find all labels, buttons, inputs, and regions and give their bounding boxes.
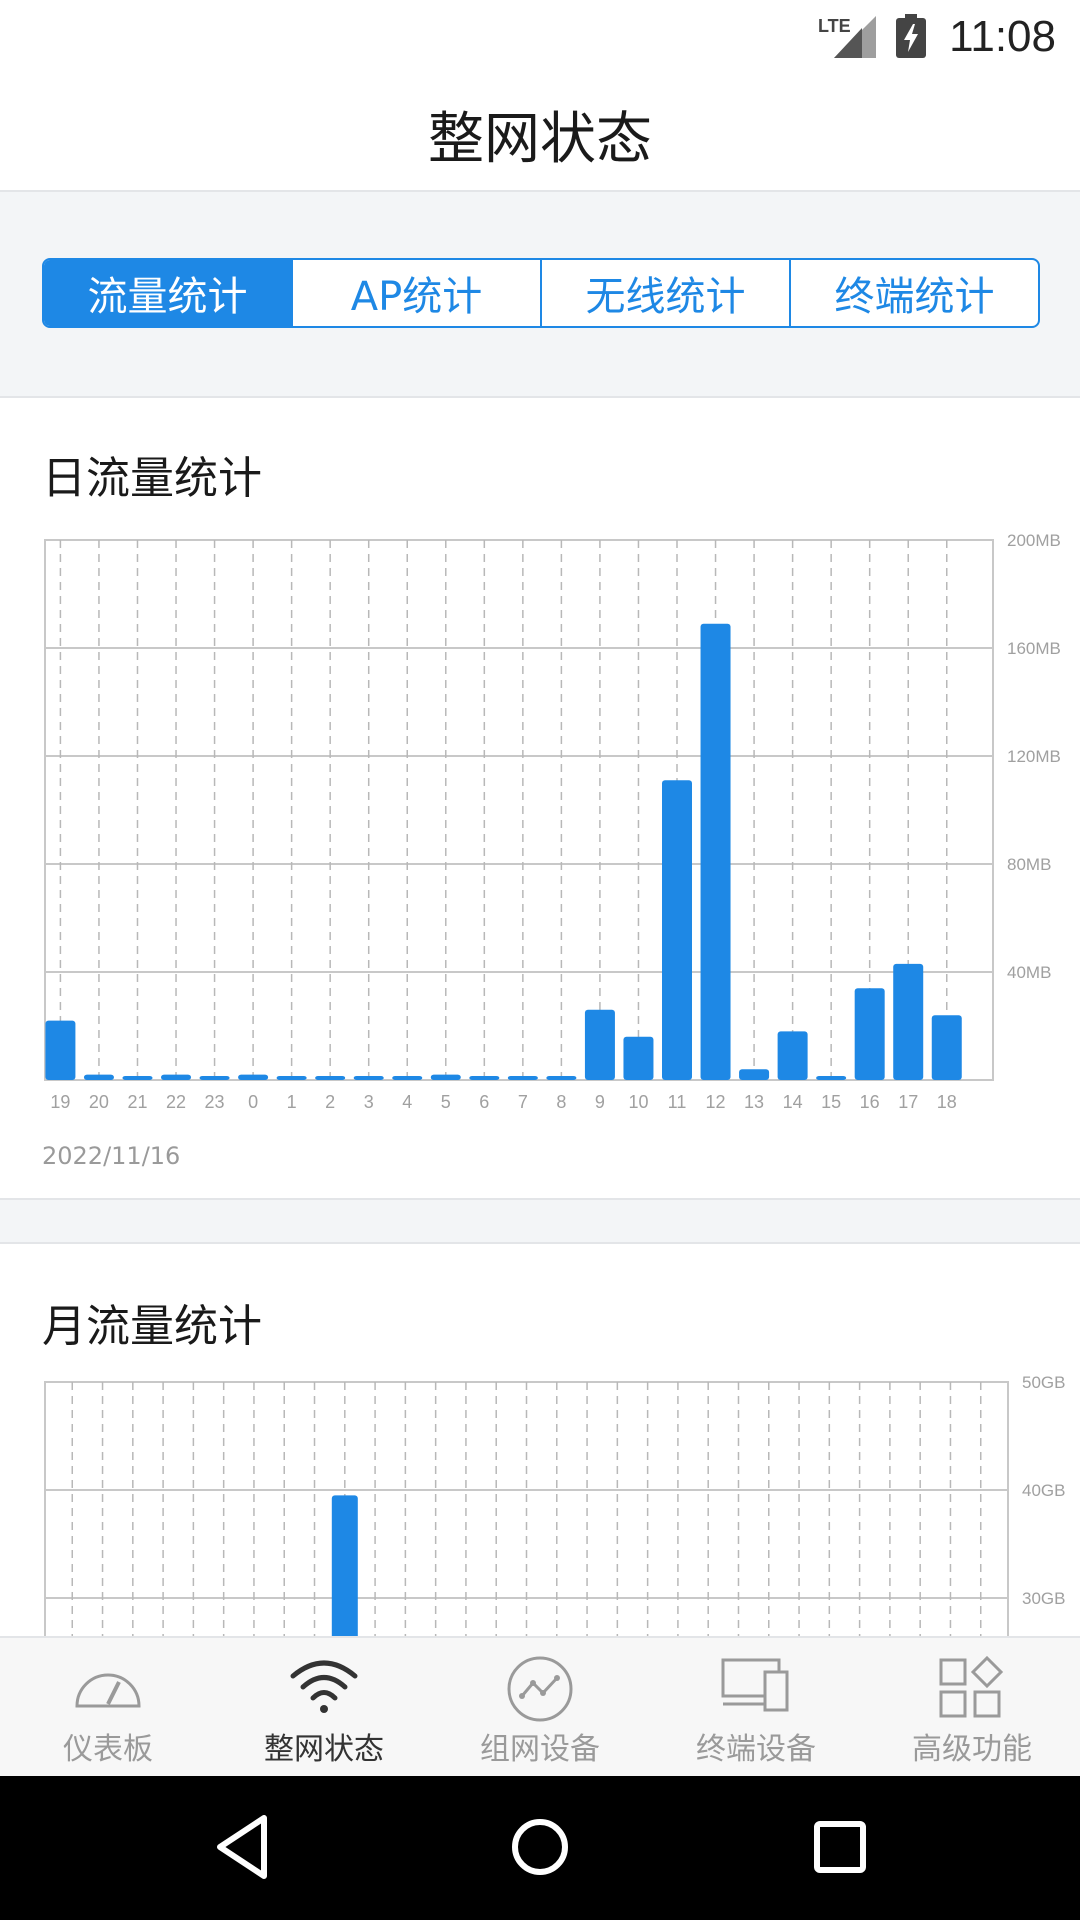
daily-x-tick-label: 7 — [518, 1092, 528, 1112]
daily-bar — [199, 1075, 230, 1080]
status-time: 11:08 — [949, 12, 1056, 61]
daily-x-tick-label: 23 — [205, 1092, 225, 1112]
bottom-navigation: 仪表板 整网状态 组网设备 终端设备 高级功能 — [0, 1636, 1080, 1778]
daily-x-tick-label: 16 — [860, 1092, 880, 1112]
daily-x-tick-label: 0 — [248, 1092, 258, 1112]
daily-y-tick-label: 200MB — [1007, 531, 1061, 550]
daily-bar — [469, 1075, 500, 1080]
daily-x-tick-label: 15 — [821, 1092, 841, 1112]
gauge-icon — [75, 1673, 141, 1708]
daily-bar — [584, 1009, 615, 1080]
monthly-y-tick-label: 30GB — [1022, 1589, 1065, 1608]
daily-x-tick-label: 2 — [325, 1092, 335, 1112]
tab-area: 流量统计 AP统计 无线统计 终端统计 — [0, 192, 1080, 398]
daily-bar — [392, 1075, 423, 1080]
daily-bar — [893, 963, 924, 1080]
apps-icon — [939, 1656, 1004, 1718]
daily-bar — [122, 1075, 153, 1080]
tab-bar: 流量统计 AP统计 无线统计 终端统计 — [42, 258, 1040, 328]
daily-bar — [161, 1074, 192, 1080]
daily-y-tick-label: 160MB — [1007, 639, 1061, 658]
daily-bar — [931, 1015, 962, 1080]
daily-x-tick-label: 6 — [479, 1092, 489, 1112]
page-title: 整网状态 — [428, 107, 652, 172]
monthly-section-title: 月流量统计 — [42, 1301, 262, 1352]
daily-x-tick-label: 12 — [706, 1092, 726, 1112]
daily-bar — [238, 1074, 269, 1080]
daily-x-tick-label: 22 — [166, 1092, 186, 1112]
section-divider — [0, 1198, 1080, 1244]
daily-x-tick-label: 11 — [668, 1092, 687, 1112]
daily-bar — [854, 988, 885, 1080]
tab-ap-stats[interactable]: AP统计 — [293, 260, 542, 326]
monthly-y-tick-label: 50GB — [1022, 1374, 1065, 1392]
nav-dashboard[interactable]: 仪表板 — [0, 1638, 216, 1778]
nav-terminal-devices[interactable]: 终端设备 — [648, 1638, 864, 1778]
tab-terminal-stats[interactable]: 终端统计 — [791, 260, 1038, 326]
daily-x-tick-label: 19 — [50, 1092, 70, 1112]
daily-section-title: 日流量统计 — [42, 453, 262, 504]
daily-x-tick-label: 20 — [89, 1092, 109, 1112]
nav-terminal-devices-label: 终端设备 — [696, 1732, 816, 1767]
recents-icon[interactable] — [812, 1814, 868, 1880]
monthly-traffic-section: 月流量统计 50GB 40GB 30GB — [0, 1244, 1080, 1636]
wifi-icon — [290, 1660, 358, 1713]
daily-bar — [315, 1075, 346, 1080]
back-icon[interactable] — [214, 1814, 270, 1880]
daily-x-tick-label: 13 — [744, 1092, 764, 1112]
network-type: LTE — [818, 16, 851, 36]
nav-network-devices[interactable]: 组网设备 — [432, 1638, 648, 1778]
daily-x-tick-label: 21 — [127, 1092, 147, 1112]
daily-bar — [623, 1036, 654, 1080]
daily-date-label: 2022/11/16 — [42, 1142, 181, 1170]
daily-x-tick-label: 3 — [364, 1092, 374, 1112]
daily-bar — [430, 1074, 461, 1080]
daily-y-tick-label: 120MB — [1007, 747, 1061, 766]
nav-dashboard-label: 仪表板 — [63, 1732, 153, 1767]
header: 整网状态 — [0, 72, 1080, 192]
daily-bar — [739, 1069, 770, 1080]
nav-advanced-features-label: 高级功能 — [912, 1732, 1032, 1767]
tab-traffic-stats[interactable]: 流量统计 — [44, 260, 293, 326]
nav-network-status[interactable]: 整网状态 — [216, 1638, 432, 1778]
daily-traffic-section: 日流量统计 200MB 160MB 120MB 80MB 40MB 19 20 21 22 23 0… — [0, 398, 1080, 1198]
daily-x-tick-label: 17 — [898, 1092, 918, 1112]
system-nav-bar — [0, 1776, 1080, 1920]
daily-y-tick-label: 80MB — [1007, 855, 1051, 874]
tab-wireless-stats[interactable]: 无线统计 — [542, 260, 791, 326]
daily-x-tick-label: 4 — [402, 1092, 412, 1112]
daily-bar — [546, 1075, 577, 1080]
daily-x-tick-label: 18 — [937, 1092, 957, 1112]
daily-bar — [662, 780, 692, 1080]
daily-x-tick-label: 5 — [441, 1092, 451, 1112]
home-icon[interactable] — [510, 1814, 570, 1880]
daily-x-tick-label: 9 — [595, 1092, 605, 1112]
daily-x-tick-label: 8 — [556, 1092, 566, 1112]
daily-chart-frame — [44, 539, 994, 1081]
monthly-y-tick-label: 40GB — [1022, 1481, 1065, 1500]
daily-bar — [45, 1020, 76, 1080]
lte-signal-icon: LTE — [818, 16, 876, 58]
daily-x-tick-label: 10 — [628, 1092, 648, 1112]
battery-charging-icon — [896, 14, 926, 58]
daily-bar — [700, 623, 731, 1080]
nav-network-status-label: 整网状态 — [264, 1732, 384, 1767]
daily-x-tick-label: 14 — [783, 1092, 803, 1112]
monthly-bar — [331, 1495, 358, 1636]
network-device-icon — [507, 1656, 573, 1722]
daily-bar — [816, 1076, 847, 1080]
monthly-traffic-chart: 50GB 40GB 30GB — [44, 1374, 1065, 1636]
devices-icon — [721, 1658, 789, 1712]
daily-y-tick-label: 40MB — [1007, 963, 1051, 982]
status-bar: LTE 11:08 — [0, 0, 1080, 72]
daily-x-tick-label: 1 — [287, 1092, 297, 1112]
nav-network-devices-label: 组网设备 — [480, 1732, 600, 1767]
daily-bar — [353, 1075, 384, 1080]
daily-bar — [276, 1075, 307, 1080]
nav-advanced-features[interactable]: 高级功能 — [864, 1638, 1080, 1778]
daily-bar — [83, 1074, 114, 1080]
daily-bar — [777, 1031, 808, 1080]
daily-bar — [507, 1075, 538, 1080]
